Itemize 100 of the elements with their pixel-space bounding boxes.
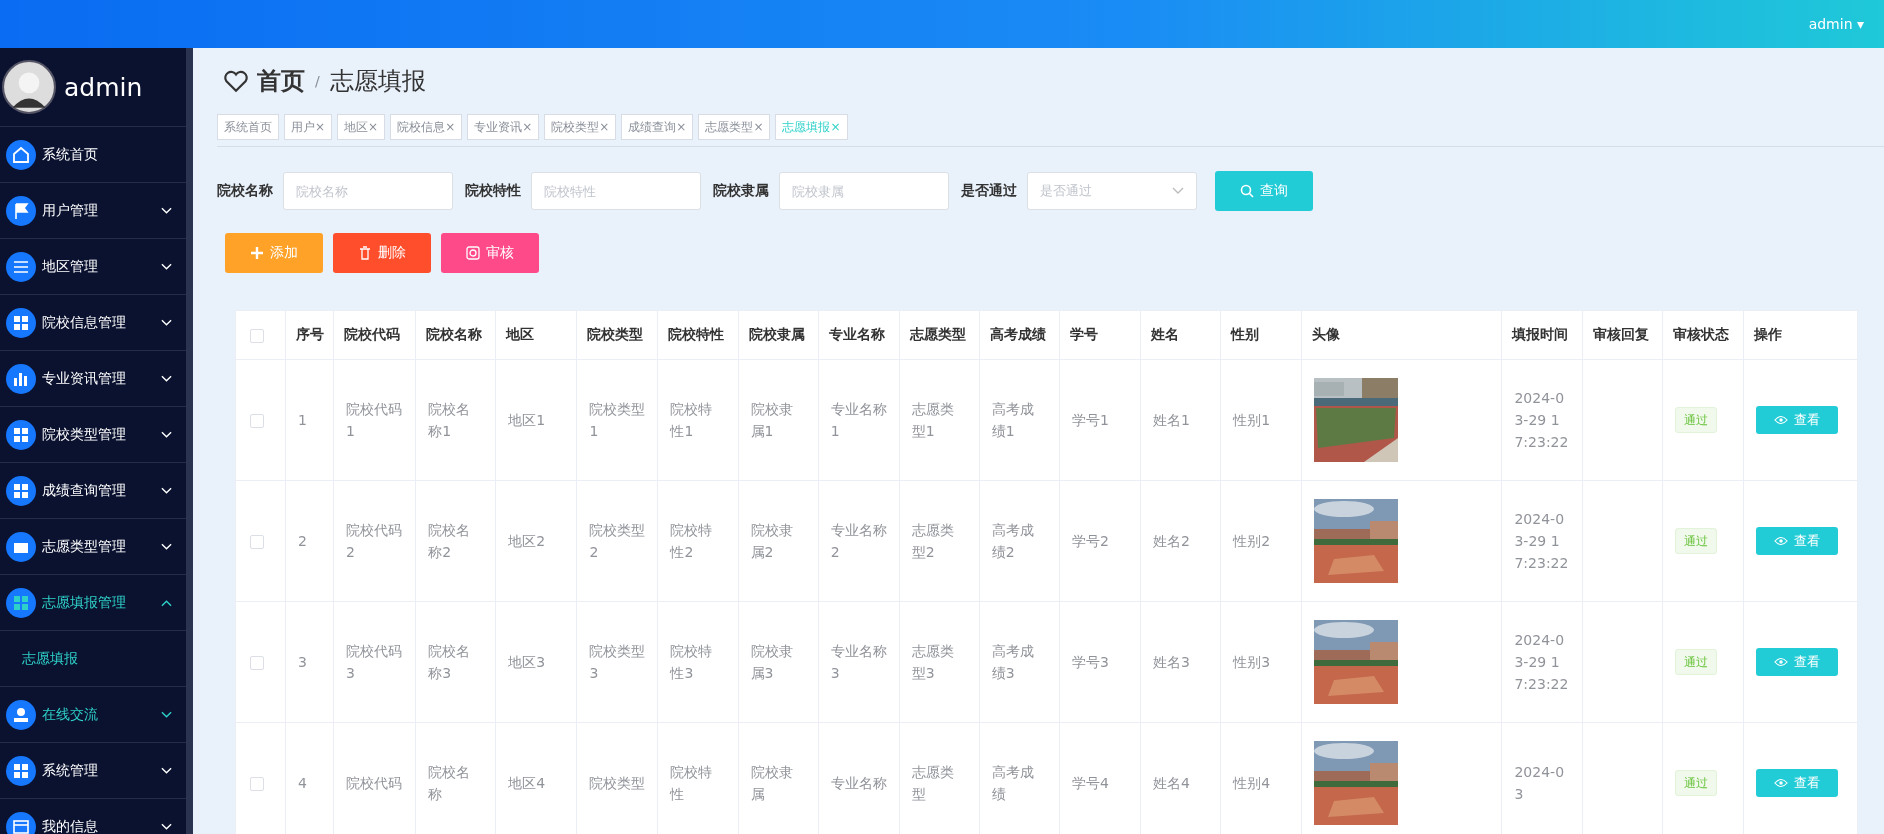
- view-button[interactable]: 查看: [1755, 648, 1838, 676]
- delete-button[interactable]: 删除: [333, 233, 431, 273]
- table-cell: 志愿类型3: [911, 643, 954, 681]
- grid-icon: [6, 419, 36, 450]
- column-header: 审核回复: [1582, 310, 1663, 360]
- table-cell: 性别4: [1233, 775, 1271, 791]
- table-cell: 姓名1: [1153, 412, 1190, 428]
- checkbox[interactable]: [250, 329, 264, 343]
- table-cell: 地区1: [508, 412, 546, 428]
- checkbox[interactable]: [250, 656, 264, 670]
- table-cell: 性别2: [1233, 533, 1271, 549]
- table-cell: 学号4: [1071, 775, 1109, 791]
- sidebar-item[interactable]: 院校信息管理: [0, 295, 186, 351]
- page-tab[interactable]: 用户×: [284, 114, 333, 140]
- table-cell: 学号3: [1071, 654, 1109, 670]
- page-tab[interactable]: 成绩查询×: [621, 114, 694, 140]
- table-cell: 4: [298, 775, 307, 791]
- review-button[interactable]: 审核: [441, 233, 539, 273]
- sidebar-item[interactable]: 专业资讯管理: [0, 351, 186, 407]
- table-cell: 院校特性3: [670, 643, 713, 681]
- user-menu[interactable]: admin ▾: [1808, 16, 1864, 32]
- search-button[interactable]: 查询: [1215, 171, 1313, 211]
- filter-label: 院校特性: [465, 182, 521, 200]
- table-cell: 院校名称: [428, 764, 471, 802]
- table-cell: 院校特性1: [670, 401, 713, 439]
- table-cell: 专业名称1: [830, 401, 887, 439]
- column-header: 性别: [1220, 310, 1302, 360]
- status-tag: 通过: [1674, 407, 1717, 433]
- breadcrumb-link[interactable]: 首页: [257, 65, 305, 97]
- column-header: 姓名: [1140, 310, 1221, 360]
- sidebar-item[interactable]: 用户管理: [0, 183, 186, 239]
- column-header: 专业名称: [818, 310, 900, 360]
- table-cell: 2024-03: [1514, 764, 1565, 802]
- chevron-icon: [1172, 187, 1184, 195]
- user-icon: [6, 699, 36, 730]
- table-cell: 志愿类型: [911, 764, 954, 802]
- sidebar-item[interactable]: 在线交流: [0, 687, 186, 743]
- sidebar-item[interactable]: 我的信息: [0, 799, 186, 834]
- sidebar-subitem[interactable]: 志愿填报: [0, 631, 186, 687]
- grid-icon: [6, 755, 36, 786]
- home-icon: [6, 139, 36, 170]
- filter-label: 院校名称: [217, 182, 273, 200]
- eye-icon: [1773, 413, 1788, 427]
- user-name: admin: [64, 72, 143, 102]
- checkbox[interactable]: [250, 414, 264, 428]
- add-button[interactable]: 添加: [225, 233, 323, 273]
- input-field[interactable]: 院校特性: [531, 172, 701, 210]
- view-button[interactable]: 查看: [1755, 769, 1838, 797]
- table-cell: 专业名称2: [830, 522, 887, 560]
- view-button[interactable]: 查看: [1755, 527, 1838, 555]
- sidebar-item[interactable]: 院校类型管理: [0, 407, 186, 463]
- table-cell: 2024-03-29 17:23:22: [1514, 632, 1569, 692]
- eye-icon: [1773, 655, 1788, 669]
- column-header: 院校隶属: [738, 310, 819, 360]
- column-header: 学号: [1059, 310, 1141, 360]
- table-cell: 院校类型2: [589, 522, 646, 560]
- table-cell: 高考成绩1: [991, 401, 1034, 439]
- grid-icon: [6, 475, 36, 506]
- column-header: 审核状态: [1662, 310, 1744, 360]
- breadcrumb-separator: /: [315, 73, 320, 89]
- table-cell: 院校隶属: [750, 764, 793, 802]
- page-tab[interactable]: 院校类型×: [544, 114, 617, 140]
- page-tab[interactable]: 地区×: [337, 114, 386, 140]
- avatar-icon: [2, 60, 56, 114]
- sidebar-item[interactable]: 系统管理: [0, 743, 186, 799]
- eye-icon: [1773, 534, 1788, 548]
- table-cell: 地区2: [508, 533, 546, 549]
- select-field[interactable]: 是否通过: [1027, 172, 1197, 210]
- table-cell: 志愿类型2: [911, 522, 954, 560]
- table-cell: 院校特性: [670, 764, 713, 802]
- table-cell: 院校类型: [589, 775, 646, 791]
- sidebar-item[interactable]: 系统首页: [0, 127, 186, 183]
- table-cell: 院校代码3: [346, 643, 403, 681]
- checkbox[interactable]: [250, 535, 264, 549]
- page-tab[interactable]: 院校信息×: [390, 114, 463, 140]
- table-cell: 院校隶属3: [750, 643, 793, 681]
- page-tab[interactable]: 志愿填报×: [775, 114, 848, 140]
- page-tab[interactable]: 志愿类型×: [698, 114, 771, 140]
- table-cell: 学号1: [1071, 412, 1109, 428]
- sidebar-item[interactable]: 志愿类型管理: [0, 519, 186, 575]
- sidebar-item[interactable]: 地区管理: [0, 239, 186, 295]
- page-tab[interactable]: 系统首页: [217, 114, 279, 140]
- table-cell: 地区3: [508, 654, 546, 670]
- status-tag: 通过: [1674, 528, 1717, 554]
- table-cell: 3: [298, 654, 307, 670]
- sidebar-item[interactable]: 成绩查询管理: [0, 463, 186, 519]
- column-header: 地区: [495, 310, 577, 360]
- table-cell: 地区4: [508, 775, 546, 791]
- sidebar-item[interactable]: 志愿填报管理: [0, 575, 186, 631]
- table-cell: 学号2: [1071, 533, 1109, 549]
- table-cell: 2024-03-29 17:23:22: [1514, 390, 1569, 450]
- column-header: 院校类型: [576, 310, 658, 360]
- input-field[interactable]: 院校名称: [283, 172, 453, 210]
- table-cell: 姓名3: [1153, 654, 1190, 670]
- review-icon: [466, 246, 480, 260]
- table-cell: 专业名称: [830, 775, 887, 791]
- view-button[interactable]: 查看: [1755, 406, 1838, 434]
- checkbox[interactable]: [250, 777, 264, 791]
- table-cell: 院校名称1: [428, 401, 471, 439]
- page-tab[interactable]: 专业资讯×: [467, 114, 540, 140]
